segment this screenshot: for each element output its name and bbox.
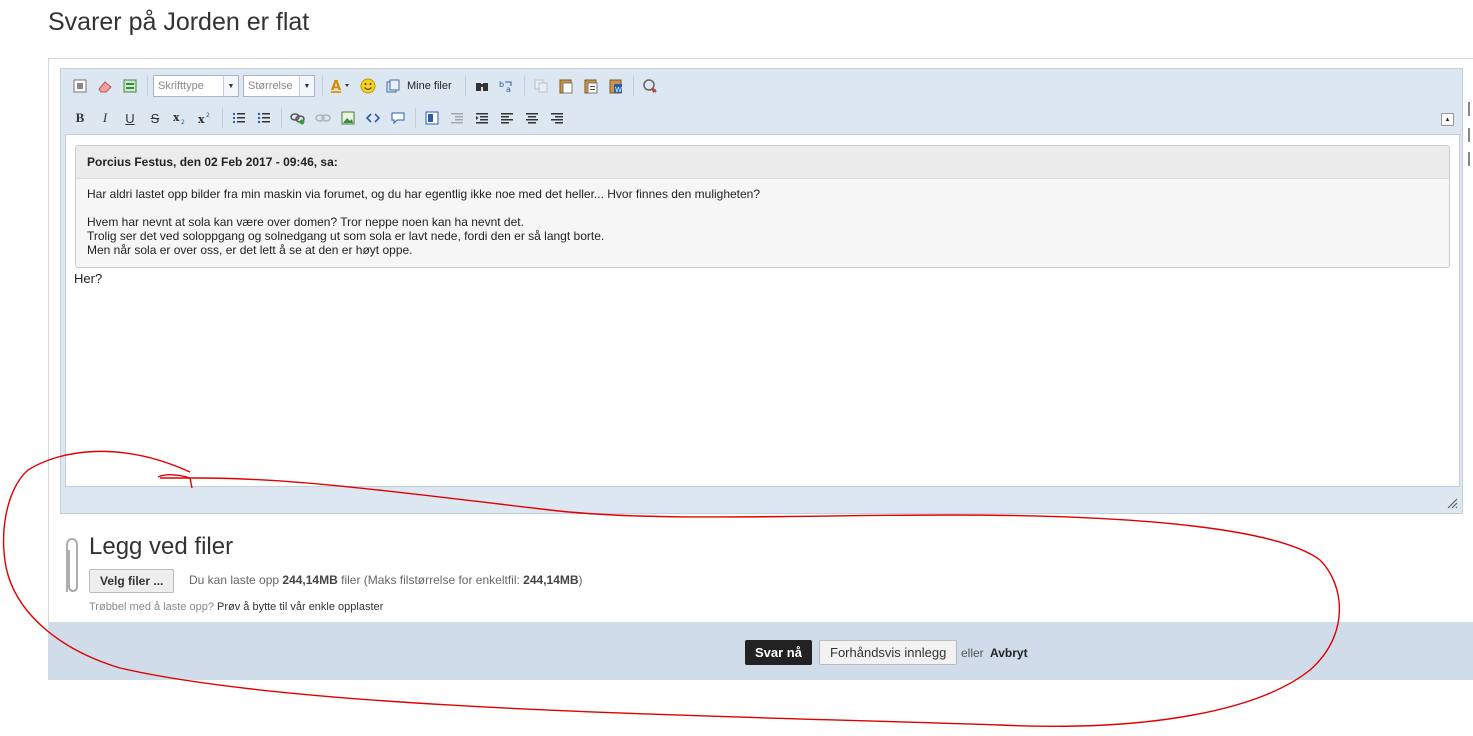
quote-header: Porcius Festus, den 02 Feb 2017 - 09:46,…	[76, 146, 1449, 179]
edge-fragment	[1468, 128, 1473, 142]
quote-icon[interactable]	[387, 107, 409, 129]
form-actions-bar: Svar nå Forhåndsvis innlegg eller Avbryt	[48, 622, 1473, 680]
font-size-value: Størrelse	[248, 80, 293, 92]
upload-size: 244,14MB	[282, 573, 338, 587]
text-color-icon[interactable]: A	[328, 75, 354, 97]
font-size-select[interactable]: Størrelse ▼	[243, 75, 315, 97]
font-family-value: Skrifttype	[158, 80, 204, 92]
quote-line: Trolig ser det ved soloppgang og solnedg…	[87, 229, 605, 243]
svg-text:x: x	[173, 111, 180, 124]
toolbar-separator	[415, 108, 416, 128]
paperclip-icon	[66, 538, 78, 592]
edge-fragment	[1468, 102, 1473, 116]
quote-block: Porcius Festus, den 02 Feb 2017 - 09:46,…	[75, 145, 1450, 268]
or-text: eller	[961, 646, 984, 660]
page-title: Svarer på Jorden er flat	[48, 8, 310, 36]
unlink-icon[interactable]	[312, 107, 334, 129]
upload-trouble-note: Trøbbel med å laste opp? Prøv å bytte ti…	[89, 601, 383, 613]
strikethrough-button[interactable]: S	[144, 107, 166, 129]
toolbar-separator	[523, 76, 525, 96]
cancel-link[interactable]: Avbryt	[990, 646, 1028, 660]
choose-files-button[interactable]: Velg filer ...	[89, 569, 175, 593]
paragraph-icon[interactable]	[119, 75, 141, 97]
basic-uploader-link[interactable]: Prøv å bytte til vår enkle opplaster	[217, 601, 383, 613]
toolbar-collapse-button[interactable]: ▲	[1441, 113, 1454, 126]
resize-grip-icon[interactable]	[1446, 497, 1458, 509]
quote-body: Har aldri lastet opp bilder fra min mask…	[76, 179, 1449, 265]
svg-text:2: 2	[206, 112, 210, 119]
paste-text-icon[interactable]	[580, 75, 602, 97]
underline-button[interactable]: U	[119, 107, 141, 129]
font-family-select[interactable]: Skrifttype ▼	[153, 75, 239, 97]
replace-icon[interactable]: ba	[496, 75, 518, 97]
find-icon[interactable]	[471, 75, 493, 97]
trouble-text: Trøbbel med å laste opp?	[89, 601, 214, 613]
preview-button[interactable]: Forhåndsvis innlegg	[819, 640, 958, 665]
quote-line: Hvem har nevnt at sola kan være over dom…	[87, 215, 524, 229]
toolbar-separator	[632, 76, 634, 96]
upload-info-mid: filer (Maks filstørrelse for enkeltfil:	[341, 573, 520, 587]
editor-content-area[interactable]: Porcius Festus, den 02 Feb 2017 - 09:46,…	[65, 134, 1460, 487]
italic-button[interactable]: I	[94, 107, 116, 129]
svg-text:b: b	[499, 80, 504, 89]
superscript-icon[interactable]: x2	[194, 107, 216, 129]
reply-form: Skrifttype ▼ Størrelse ▼ A Mine filer b …	[48, 58, 1473, 623]
upload-info: Du kan laste opp 244,14MB filer (Maks fi…	[189, 573, 583, 587]
smiley-icon[interactable]	[357, 75, 379, 97]
my-files-button[interactable]: Mine filer	[407, 80, 452, 92]
edge-fragment	[1468, 152, 1473, 166]
chevron-down-icon: ▼	[223, 76, 238, 96]
toolbar-row-2: B I U S x2 x2	[69, 105, 571, 131]
toolbar-separator	[281, 108, 282, 128]
link-icon[interactable]	[287, 107, 309, 129]
my-files-icon[interactable]	[382, 75, 404, 97]
remove-format-icon[interactable]	[639, 75, 661, 97]
spoiler-icon[interactable]	[421, 107, 443, 129]
paste-icon[interactable]	[555, 75, 577, 97]
svg-text:A: A	[331, 79, 341, 93]
svg-text:2: 2	[181, 119, 185, 125]
chevron-down-icon: ▼	[299, 76, 314, 96]
reply-text: Her?	[74, 271, 103, 286]
toolbar-row-1: Skrifttype ▼ Størrelse ▼ A Mine filer b …	[69, 73, 664, 99]
bullet-list-icon[interactable]	[253, 107, 275, 129]
upload-info-prefix: Du kan laste opp	[189, 573, 280, 587]
attach-title: Legg ved filer	[89, 533, 234, 560]
image-icon[interactable]	[337, 107, 359, 129]
svg-text:a: a	[506, 85, 511, 93]
subscript-icon[interactable]: x2	[169, 107, 191, 129]
align-center-icon[interactable]	[521, 107, 543, 129]
toolbar-separator	[322, 76, 323, 96]
quote-line: Men når sola er over oss, er det lett å …	[87, 243, 413, 257]
eraser-icon[interactable]	[94, 75, 116, 97]
bold-button[interactable]: B	[69, 107, 91, 129]
copy-icon[interactable]	[530, 75, 552, 97]
code-icon[interactable]	[362, 107, 384, 129]
rich-text-editor: Skrifttype ▼ Størrelse ▼ A Mine filer b …	[60, 68, 1463, 514]
submit-reply-button[interactable]: Svar nå	[745, 640, 812, 665]
upload-max-size: 244,14MB	[523, 573, 579, 587]
numbered-list-icon[interactable]	[228, 107, 250, 129]
toolbar-separator	[147, 76, 148, 96]
align-right-icon[interactable]	[546, 107, 568, 129]
source-icon[interactable]	[69, 75, 91, 97]
upload-info-suffix: )	[578, 573, 583, 587]
paste-word-icon[interactable]: W	[605, 75, 627, 97]
align-left-icon[interactable]	[496, 107, 518, 129]
outdent-icon[interactable]	[446, 107, 468, 129]
toolbar-separator	[464, 76, 466, 96]
indent-icon[interactable]	[471, 107, 493, 129]
svg-text:W: W	[615, 86, 622, 94]
toolbar-separator	[222, 108, 223, 128]
quote-line: Har aldri lastet opp bilder fra min mask…	[87, 187, 761, 201]
svg-text:x: x	[198, 113, 205, 125]
